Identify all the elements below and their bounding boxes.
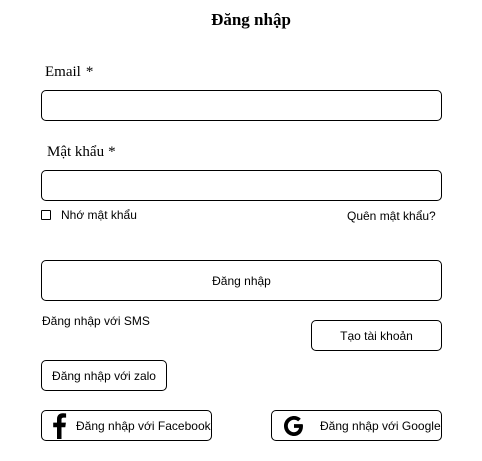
remember-password-label: Nhớ mật khẩu <box>61 208 137 222</box>
zalo-login-button[interactable]: Đăng nhập với zalo <box>41 360 167 391</box>
password-required-marker: * <box>108 144 116 160</box>
facebook-login-label: Đăng nhập với Facebook <box>76 418 211 433</box>
password-label: Mật khẩu * <box>47 143 116 161</box>
forgot-password-link[interactable]: Quên mật khẩu? <box>347 209 436 223</box>
google-login-button[interactable]: Đăng nhập với Google <box>271 410 442 441</box>
login-button[interactable]: Đăng nhập <box>41 260 442 301</box>
email-required-marker: * <box>85 64 94 80</box>
google-login-label: Đăng nhập với Google <box>320 418 441 433</box>
google-icon <box>274 411 314 441</box>
email-label: Email * <box>45 63 93 81</box>
remember-password-checkbox[interactable] <box>41 210 51 220</box>
create-account-button[interactable]: Tạo tài khoản <box>311 320 442 351</box>
page-title: Đăng nhập <box>211 10 291 29</box>
remember-password-row[interactable]: Nhớ mật khẩu <box>41 208 137 222</box>
facebook-login-button[interactable]: Đăng nhập với Facebook <box>41 410 212 441</box>
email-label-text: Email <box>45 64 81 80</box>
sms-login-link[interactable]: Đăng nhập với SMS <box>42 314 150 328</box>
facebook-icon <box>44 411 74 441</box>
password-label-text: Mật khẩu <box>47 144 105 160</box>
email-input[interactable] <box>41 90 442 121</box>
password-input[interactable] <box>41 170 442 201</box>
